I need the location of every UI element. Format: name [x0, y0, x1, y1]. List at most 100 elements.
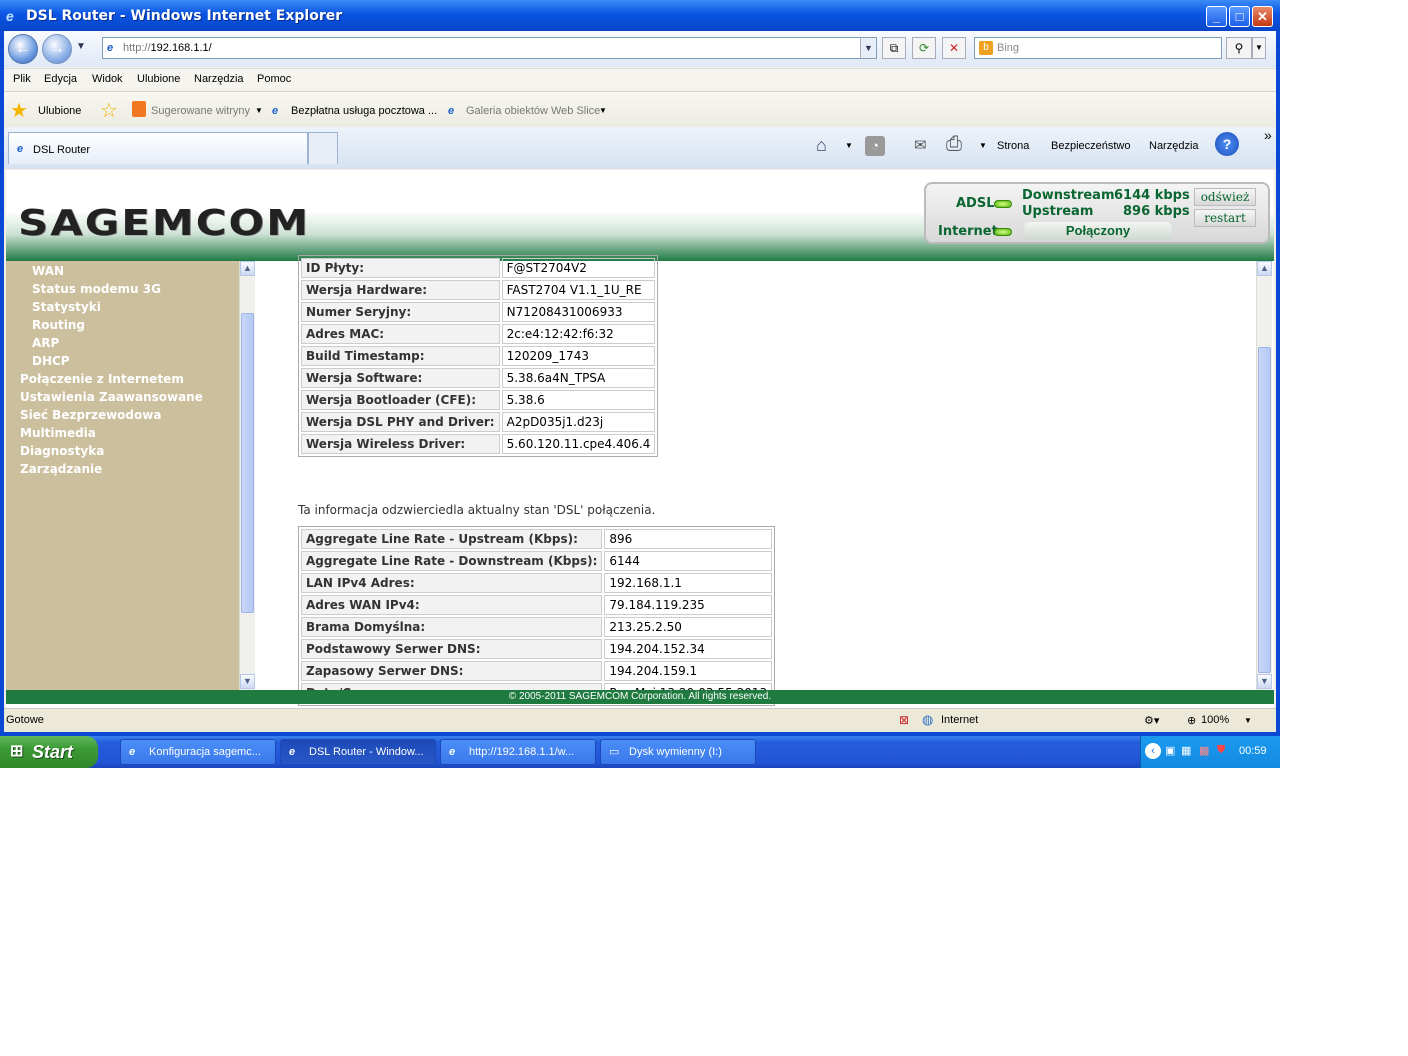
device-info-row: Wersja DSL PHY and Driver: A2pD035j1.d23j	[301, 412, 656, 432]
row-value: 192.168.1.1	[604, 573, 773, 593]
connection-info-row: Aggregate Line Rate - Downstream (Kbps):…	[301, 551, 773, 571]
sidebar-scroll-up-icon[interactable]: ▲	[240, 261, 255, 276]
mail-link[interactable]: Bezpłatna usługa pocztowa ...	[291, 105, 437, 117]
title-bar[interactable]: e DSL Router - Windows Internet Explorer…	[0, 0, 1280, 31]
internet-led-icon	[994, 228, 1012, 236]
favorites-button[interactable]: Ulubione	[38, 105, 81, 117]
favorites-star-icon[interactable]: ★	[10, 98, 28, 123]
maximize-button[interactable]: □	[1229, 6, 1250, 27]
page-scroll-down-icon[interactable]: ▼	[1257, 674, 1272, 689]
more-chevron-icon[interactable]: »	[1264, 127, 1272, 143]
sidebar-scroll-thumb[interactable]	[241, 313, 254, 613]
start-label: Start	[32, 742, 74, 762]
close-button[interactable]: ✕	[1252, 6, 1273, 27]
restart-button[interactable]: restart	[1194, 209, 1256, 227]
tray-network-icon[interactable]: ▣	[1165, 744, 1175, 757]
system-tray: ‹ ▣ ▦ ▩ ⛊ 00:59	[1140, 736, 1280, 768]
print-icon[interactable]: ⎙	[946, 133, 962, 156]
back-button[interactable]: ←	[8, 34, 38, 64]
row-label: Wersja Wireless Driver:	[301, 434, 500, 454]
menu-edit[interactable]: Edycja	[44, 73, 77, 85]
sidebar-item-routing[interactable]: Routing	[32, 318, 85, 332]
page-scroll-up-icon[interactable]: ▲	[1257, 261, 1272, 276]
menu-file[interactable]: Plik	[13, 73, 31, 85]
home-dropdown-icon[interactable]: ▼	[845, 141, 853, 150]
taskbar-item-config[interactable]: e Konfiguracja sagemc...	[120, 739, 276, 765]
zoom-dropdown-icon[interactable]: ▼	[1244, 716, 1252, 725]
dsl-info-text: Ta informacja odzwierciedla aktualny sta…	[298, 503, 656, 517]
sidebar-item-dhcp[interactable]: DHCP	[32, 354, 70, 368]
menu-favorites[interactable]: Ulubione	[137, 73, 180, 85]
taskbar-item-dsl-router[interactable]: e DSL Router - Window...	[280, 739, 436, 765]
tray-expand-icon[interactable]: ‹	[1145, 743, 1161, 759]
sidebar-item-diagnostics[interactable]: Diagnostyka	[20, 444, 104, 458]
sidebar-item-wireless[interactable]: Sieć Bezprzewodowa	[20, 408, 161, 422]
tray-shield-icon[interactable]: ⛊	[1217, 744, 1225, 757]
new-tab-button[interactable]	[308, 132, 338, 164]
zoom-icon[interactable]: ⊕	[1187, 714, 1196, 727]
address-input[interactable]: e http://192.168.1.1/ ▼	[102, 37, 877, 59]
row-value: 194.204.152.34	[604, 639, 773, 659]
connection-info-row: Podstawowy Serwer DNS: 194.204.152.34	[301, 639, 773, 659]
help-icon[interactable]: ?	[1215, 132, 1239, 156]
menu-help[interactable]: Pomoc	[257, 73, 291, 85]
stop-icon[interactable]: ✕	[942, 37, 966, 59]
sidebar-item-3g-status[interactable]: Status modemu 3G	[32, 282, 161, 296]
minimize-button[interactable]: _	[1206, 6, 1227, 27]
search-icon[interactable]: ⚲	[1226, 37, 1252, 59]
search-input[interactable]: b Bing	[974, 37, 1222, 59]
blocked-content-icon[interactable]: ⊠	[899, 713, 909, 727]
webslice-dropdown-icon[interactable]: ▼	[599, 106, 607, 115]
connection-info-row: LAN IPv4 Adres: 192.168.1.1	[301, 573, 773, 593]
read-mail-icon[interactable]: ✉	[914, 136, 927, 154]
sidebar-item-internet-connection[interactable]: Połączenie z Internetem	[20, 372, 184, 386]
page-menu[interactable]: Strona	[997, 140, 1029, 152]
sidebar-item-arp[interactable]: ARP	[32, 336, 59, 350]
menu-tools[interactable]: Narzędzia	[194, 73, 244, 85]
webslice-link[interactable]: Galeria obiektów Web Slice	[466, 105, 600, 117]
refresh-icon[interactable]: ⟳	[912, 37, 936, 59]
tray-disconnected-icon[interactable]: ▩	[1199, 744, 1209, 757]
sidebar-item-management[interactable]: Zarządzanie	[20, 462, 102, 476]
feeds-icon[interactable]: ◔	[865, 136, 885, 156]
compatibility-view-icon[interactable]: ⧉	[882, 37, 906, 59]
refresh-button[interactable]: odśwież	[1194, 188, 1256, 206]
taskbar: ⊞ Start e Konfiguracja sagemc... e DSL R…	[0, 736, 1280, 768]
security-zone[interactable]: Internet	[941, 714, 978, 726]
tray-connection-icon[interactable]: ▦	[1181, 744, 1191, 757]
suggested-sites-link[interactable]: Sugerowane witryny	[151, 105, 250, 117]
taskbar-item-removable-disk[interactable]: ▭ Dysk wymienny (I:)	[600, 739, 756, 765]
start-button[interactable]: ⊞ Start	[0, 736, 98, 768]
zoom-level[interactable]: 100%	[1201, 714, 1229, 726]
tools-menu[interactable]: Narzędzia	[1149, 140, 1199, 152]
row-label: Wersja DSL PHY and Driver:	[301, 412, 500, 432]
internet-status: Połączony	[1024, 222, 1172, 240]
sidebar-item-statistics[interactable]: Statystyki	[32, 300, 101, 314]
search-options-icon[interactable]: ▼	[1252, 37, 1266, 59]
sidebar-item-multimedia[interactable]: Multimedia	[20, 426, 96, 440]
device-info-row: Wersja Software: 5.38.6a4N_TPSA	[301, 368, 656, 388]
print-dropdown-icon[interactable]: ▼	[979, 141, 987, 150]
sidebar-item-advanced-settings[interactable]: Ustawienia Zaawansowane	[20, 390, 203, 404]
row-value: 5.60.120.11.cpe4.406.4	[501, 434, 656, 454]
forward-button[interactable]: →	[42, 34, 72, 64]
sidebar-scrollbar[interactable]: ▲ ▼	[239, 261, 255, 690]
home-icon[interactable]: ⌂	[816, 135, 827, 156]
protected-mode-icon[interactable]: ⚙▾	[1144, 714, 1159, 727]
page-scrollbar[interactable]: ▲ ▼	[1256, 261, 1272, 690]
sidebar-item-wan[interactable]: WAN	[32, 264, 64, 278]
tab-dsl-router[interactable]: e DSL Router	[8, 132, 308, 164]
add-favorite-icon[interactable]: ☆	[100, 98, 118, 123]
mail-page-icon: e	[272, 105, 279, 117]
suggested-dropdown-icon[interactable]: ▼	[255, 106, 263, 115]
address-dropdown-icon[interactable]: ▼	[860, 38, 876, 58]
security-menu[interactable]: Bezpieczeństwo	[1051, 140, 1131, 152]
clock: 00:59	[1239, 745, 1267, 757]
page-scroll-thumb[interactable]	[1258, 347, 1271, 673]
menu-view[interactable]: Widok	[92, 73, 123, 85]
connection-info-row: Brama Domyślna: 213.25.2.50	[301, 617, 773, 637]
sidebar-scroll-down-icon[interactable]: ▼	[240, 674, 255, 689]
history-dropdown-icon[interactable]: ▼	[76, 41, 86, 52]
taskbar-item-http[interactable]: e http://192.168.1.1/w...	[440, 739, 596, 765]
row-label: Adres MAC:	[301, 324, 500, 344]
